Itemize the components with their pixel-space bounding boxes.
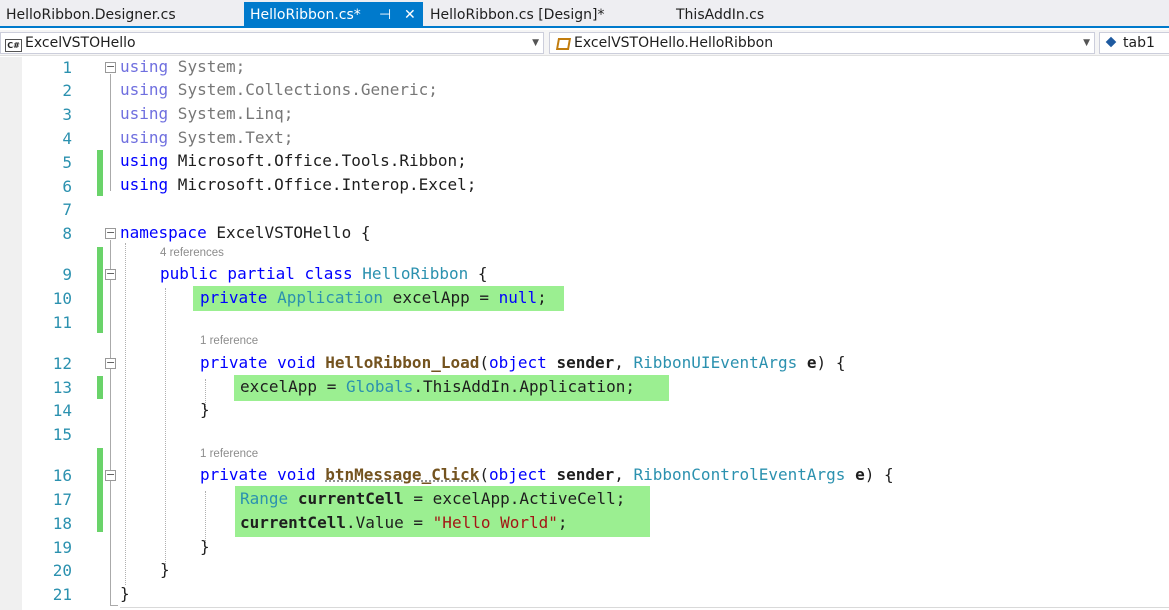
code-line: using System.Collections.Generic; [120, 80, 438, 99]
codelens-references[interactable]: 1 reference [200, 335, 258, 347]
divider [120, 607, 1169, 608]
line-number: 6 [62, 177, 72, 196]
collapse-icon[interactable]: − [105, 469, 116, 481]
tab-thisaddin-cs[interactable]: ThisAddIn.cs [676, 2, 764, 28]
code-editor[interactable]: 1 2 3 4 5 6 7 8 9 10 11 12 13 14 15 16 1… [0, 57, 1169, 610]
class-icon [556, 36, 570, 48]
outline-line [110, 74, 111, 191]
indent-guide [165, 288, 166, 564]
code-line: using System.Text; [120, 128, 294, 147]
tab-designer-cs[interactable]: HelloRibbon.Designer.cs [6, 2, 176, 28]
line-number: 14 [52, 401, 72, 420]
collapse-icon[interactable]: − [105, 357, 116, 369]
code-line: using Microsoft.Office.Interop.Excel; [120, 175, 477, 194]
code-line: } [200, 537, 210, 556]
chevron-down-icon: ▼ [1083, 38, 1090, 48]
line-number: 18 [52, 514, 72, 533]
codelens-references[interactable]: 4 references [160, 247, 224, 259]
line-number: 10 [52, 289, 72, 308]
field-icon [1104, 36, 1120, 48]
navigation-bar: C# ExcelVSTOHello ▼ ExcelVSTOHello.HelloR… [0, 30, 1169, 56]
code-line: excelApp = Globals.ThisAddIn.Application… [240, 377, 635, 396]
tab-label: HelloRibbon.cs* [250, 7, 361, 23]
close-icon[interactable]: ✕ [404, 2, 416, 28]
tab-label: ThisAddIn.cs [676, 7, 765, 23]
change-indicator [97, 247, 103, 333]
member-name: tab1 [1123, 35, 1155, 51]
collapse-icon[interactable]: − [105, 227, 116, 239]
code-line: namespace ExcelVSTOHello { [120, 223, 371, 242]
selection-margin [0, 57, 22, 610]
code-line: using System.Linq; [120, 104, 294, 123]
code-line: Range currentCell = excelApp.ActiveCell; [240, 489, 626, 508]
line-number: 7 [62, 200, 72, 219]
tab-helloribbon-cs[interactable]: HelloRibbon.cs* ⊣ ✕ [244, 2, 423, 28]
line-number: 8 [62, 224, 72, 243]
line-number: 12 [52, 354, 72, 373]
line-number: 15 [52, 425, 72, 444]
code-line: private void HelloRibbon_Load(object sen… [200, 353, 846, 372]
indent-guide [205, 491, 206, 543]
change-indicator [97, 448, 103, 532]
line-number: 21 [52, 585, 72, 604]
collapse-icon[interactable]: − [105, 61, 116, 73]
csharp-project-icon: C# [5, 39, 22, 52]
code-line: } [160, 560, 170, 579]
member-dropdown[interactable]: tab1 [1099, 32, 1169, 54]
code-line: } [120, 584, 130, 603]
collapse-icon[interactable]: − [105, 268, 116, 280]
line-number: 16 [52, 466, 72, 485]
tab-label: HelloRibbon.cs [Design]* [430, 7, 605, 23]
line-number: 5 [62, 153, 72, 172]
change-indicator [97, 376, 103, 399]
outline-line [110, 240, 111, 606]
line-number: 13 [52, 378, 72, 397]
type-name: ExcelVSTOHello.HelloRibbon [574, 35, 774, 51]
line-number: 3 [62, 105, 72, 124]
tab-helloribbon-design[interactable]: HelloRibbon.cs [Design]* [430, 2, 604, 28]
line-number: 9 [62, 265, 72, 284]
outline-end [110, 605, 118, 606]
code-line: using Microsoft.Office.Tools.Ribbon; [120, 151, 467, 170]
code-line: using System; [120, 57, 246, 76]
change-indicator [97, 150, 103, 196]
type-dropdown[interactable]: ExcelVSTOHello.HelloRibbon ▼ [549, 32, 1095, 54]
codelens-references[interactable]: 1 reference [200, 448, 258, 460]
code-line: private void btnMessage_Click(object sen… [200, 465, 894, 484]
project-dropdown[interactable]: C# ExcelVSTOHello ▼ [0, 32, 544, 54]
code-line: public partial class HelloRibbon { [160, 264, 488, 283]
line-number: 1 [62, 58, 72, 77]
chevron-down-icon: ▼ [532, 38, 539, 48]
indent-guide [125, 243, 126, 585]
project-name: ExcelVSTOHello [25, 35, 136, 51]
line-number: 11 [52, 313, 72, 332]
code-line: } [200, 400, 210, 419]
tab-label: HelloRibbon.Designer.cs [6, 7, 176, 23]
code-line: private Application excelApp = null; [200, 288, 547, 307]
pin-icon[interactable]: ⊣ [379, 2, 391, 28]
line-number: 19 [52, 538, 72, 557]
line-number: 2 [62, 81, 72, 100]
code-line: currentCell.Value = "Hello World"; [240, 513, 568, 532]
document-tab-strip: HelloRibbon.Designer.cs HelloRibbon.cs* … [0, 0, 1169, 28]
line-number: 17 [52, 490, 72, 509]
line-number: 20 [52, 561, 72, 580]
line-number: 4 [62, 129, 72, 148]
